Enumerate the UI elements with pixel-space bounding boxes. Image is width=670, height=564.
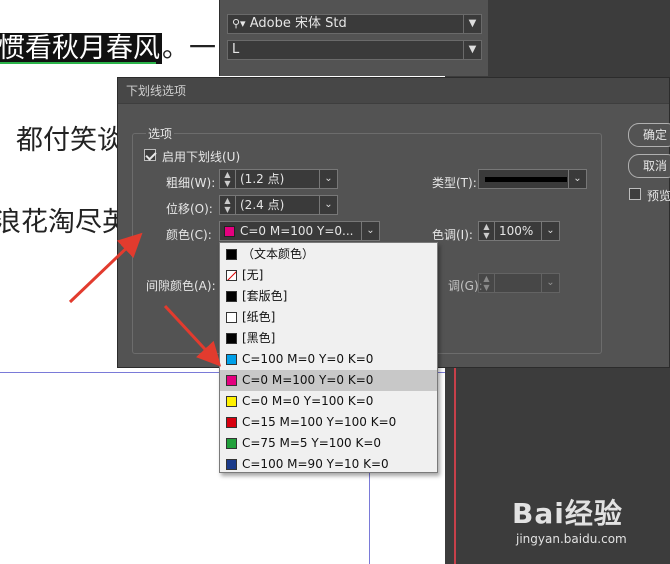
chevron-down-icon[interactable]: ⌄ bbox=[319, 196, 337, 214]
stepper-icon[interactable]: ▲ ▼ bbox=[220, 196, 236, 214]
color-swatch bbox=[226, 375, 237, 386]
stroke-type-preview bbox=[485, 177, 567, 182]
color-swatch bbox=[226, 438, 237, 449]
color-swatch bbox=[224, 226, 235, 237]
color-option-label: C=0 M=0 Y=100 K=0 bbox=[242, 394, 374, 408]
weight-label: 粗细(W): bbox=[166, 176, 216, 190]
color-option[interactable]: [套版色] bbox=[220, 286, 437, 307]
enable-underline-checkbox[interactable] bbox=[144, 149, 156, 161]
color-swatch bbox=[226, 249, 237, 260]
color-option-label: （文本颜色） bbox=[242, 247, 315, 261]
bleed-guide bbox=[454, 360, 456, 564]
font-style-value: L bbox=[232, 42, 240, 57]
color-option-label: [无] bbox=[242, 268, 264, 282]
offset-combo[interactable]: ▲ ▼ (2.4 点) ⌄ bbox=[219, 195, 338, 215]
color-swatch bbox=[226, 417, 237, 428]
font-style-select[interactable]: L ▼ bbox=[227, 40, 482, 60]
options-group-label: 选项 bbox=[146, 125, 175, 142]
color-option-label: C=75 M=5 Y=100 K=0 bbox=[242, 436, 382, 450]
color-option[interactable]: [黑色] bbox=[220, 328, 437, 349]
dialog-title: 下划线选项 bbox=[118, 78, 669, 104]
document-text-line-3: 浪花淘尽英 bbox=[0, 207, 129, 238]
weight-value: (1.2 点) bbox=[240, 172, 285, 186]
stepper-icon[interactable]: ▲ ▼ bbox=[479, 274, 495, 292]
preview-label: 预览 bbox=[647, 189, 670, 203]
weight-combo[interactable]: ▲ ▼ (1.2 点) ⌄ bbox=[219, 169, 338, 189]
color-swatch bbox=[226, 396, 237, 407]
cancel-button[interactable]: 取消 bbox=[628, 154, 670, 178]
chevron-down-icon[interactable]: ⌄ bbox=[319, 170, 337, 188]
color-option-label: C=100 M=90 Y=10 K=0 bbox=[242, 457, 389, 471]
color-option-label: C=0 M=100 Y=0 K=0 bbox=[242, 373, 374, 387]
gap-tint-combo[interactable]: ▲ ▼ ⌄ bbox=[478, 273, 560, 293]
color-option-label: [套版色] bbox=[242, 289, 288, 303]
offset-label: 位移(O): bbox=[166, 202, 213, 216]
color-option[interactable]: C=75 M=5 Y=100 K=0 bbox=[220, 433, 437, 454]
tint-value: 100% bbox=[499, 224, 534, 238]
chevron-down-icon[interactable]: ▼ bbox=[463, 41, 481, 59]
color-option[interactable]: C=100 M=0 Y=0 K=0 bbox=[220, 349, 437, 370]
search-icon: ⚲▾ bbox=[232, 17, 246, 30]
color-swatch bbox=[226, 459, 237, 470]
color-dropdown-list: （文本颜色） [无] [套版色] [纸色] [黑色] C=100 M=0 Y=0… bbox=[219, 242, 438, 473]
color-label: 颜色(C): bbox=[166, 228, 212, 242]
tint-combo[interactable]: ▲ ▼ 100% ⌄ bbox=[478, 221, 560, 241]
chevron-down-icon[interactable]: ⌄ bbox=[541, 222, 559, 240]
chevron-down-icon[interactable]: ▼ bbox=[463, 15, 481, 33]
color-swatch bbox=[226, 333, 237, 344]
watermark-logo: Bai经验 bbox=[512, 497, 623, 530]
watermark-url: jingyan.baidu.com bbox=[516, 532, 627, 546]
offset-value: (2.4 点) bbox=[240, 198, 285, 212]
type-select[interactable]: ⌄ bbox=[478, 169, 587, 189]
no-color-swatch bbox=[226, 270, 237, 281]
document-text-line-2: 都付笑谈 bbox=[16, 125, 124, 156]
type-label: 类型(T): bbox=[432, 176, 477, 190]
ok-button[interactable]: 确定 bbox=[628, 123, 670, 147]
color-option[interactable]: （文本颜色） bbox=[220, 244, 437, 265]
color-option-label: [黑色] bbox=[242, 331, 276, 345]
baidu-jingyan-watermark: Bai经验 jingyan.baidu.com bbox=[512, 492, 662, 552]
color-swatch bbox=[226, 354, 237, 365]
color-option[interactable]: [无] bbox=[220, 265, 437, 286]
character-panel: ⚲▾ Adobe 宋体 Std ▼ L ▼ bbox=[219, 0, 488, 76]
chevron-down-icon[interactable]: ⌄ bbox=[568, 170, 586, 188]
preview-checkbox[interactable] bbox=[629, 188, 641, 200]
font-family-select[interactable]: ⚲▾ Adobe 宋体 Std ▼ bbox=[227, 14, 482, 34]
color-value: C=0 M=100 Y=0... bbox=[240, 224, 354, 238]
font-family-value: Adobe 宋体 Std bbox=[249, 16, 347, 31]
document-text-line-1: 惯看秋月春风。一 bbox=[0, 26, 216, 65]
tint-label: 色调(I): bbox=[432, 228, 473, 242]
stepper-icon[interactable]: ▲ ▼ bbox=[479, 222, 495, 240]
color-option-label: C=100 M=0 Y=0 K=0 bbox=[242, 352, 374, 366]
stepper-icon[interactable]: ▲ ▼ bbox=[220, 170, 236, 188]
color-option[interactable]: C=100 M=90 Y=10 K=0 bbox=[220, 454, 437, 475]
gap-color-label: 间隙颜色(A): bbox=[146, 279, 216, 293]
color-option-selected[interactable]: C=0 M=100 Y=0 K=0 bbox=[220, 370, 437, 391]
color-option-label: [纸色] bbox=[242, 310, 276, 324]
highlighted-text: 惯看秋月春风 bbox=[0, 33, 162, 64]
color-swatch bbox=[226, 291, 237, 302]
color-option[interactable]: [纸色] bbox=[220, 307, 437, 328]
green-underline bbox=[0, 62, 156, 64]
color-select[interactable]: C=0 M=100 Y=0... ⌄ bbox=[219, 221, 380, 241]
text-tail: 。一 bbox=[162, 33, 216, 64]
color-option[interactable]: C=15 M=100 Y=100 K=0 bbox=[220, 412, 437, 433]
color-option[interactable]: C=0 M=0 Y=100 K=0 bbox=[220, 391, 437, 412]
color-swatch bbox=[226, 312, 237, 323]
chevron-down-icon[interactable]: ⌄ bbox=[361, 222, 379, 240]
enable-underline-label: 启用下划线(U) bbox=[162, 150, 241, 164]
color-option-label: C=15 M=100 Y=100 K=0 bbox=[242, 415, 397, 429]
chevron-down-icon[interactable]: ⌄ bbox=[541, 274, 559, 292]
